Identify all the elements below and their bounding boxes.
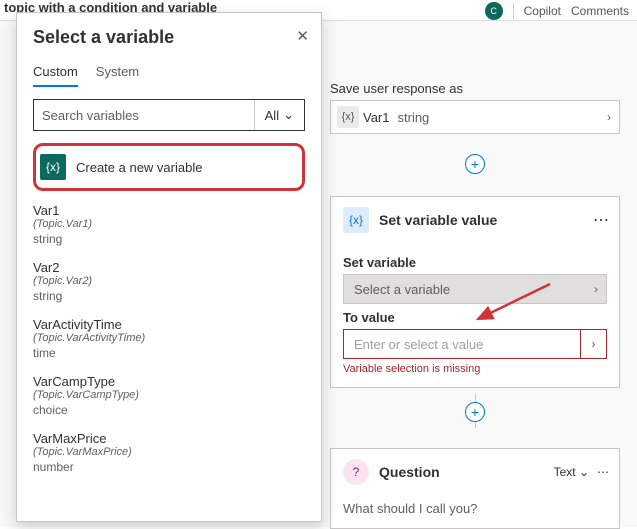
- var-topic: (Topic.VarMaxPrice): [33, 446, 305, 458]
- var-topic: (Topic.Var2): [33, 275, 305, 287]
- var-topic: (Topic.Var1): [33, 218, 305, 230]
- var-name: VarCampType: [33, 374, 305, 389]
- variable-node-icon: {x}: [343, 207, 369, 233]
- var-type: number: [33, 460, 305, 474]
- filter-dropdown[interactable]: All ⌄: [254, 100, 304, 130]
- var-name: VarMaxPrice: [33, 431, 305, 446]
- var-name: VarActivityTime: [33, 317, 305, 332]
- question-type-dropdown[interactable]: Text ⌄: [554, 465, 589, 479]
- list-item[interactable]: VarMaxPrice (Topic.VarMaxPrice) number: [33, 431, 305, 474]
- saved-var-type: string: [398, 110, 430, 125]
- validation-error: Variable selection is missing: [343, 363, 607, 375]
- node-title: Set variable value: [379, 212, 497, 228]
- set-variable-node: {x} Set variable value ⋯ Set variable Se…: [330, 196, 620, 388]
- question-icon: ?: [343, 459, 369, 485]
- chevron-down-icon: ⌄: [283, 107, 294, 123]
- var-type: time: [33, 346, 305, 360]
- tab-custom[interactable]: Custom: [33, 64, 78, 87]
- list-item[interactable]: VarActivityTime (Topic.VarActivityTime) …: [33, 317, 305, 360]
- var-type: string: [33, 232, 305, 246]
- variable-icon: {x}: [337, 106, 359, 128]
- select-variable-panel: Select a variable ✕ Custom System All ⌄ …: [16, 12, 322, 522]
- chevron-right-icon: ›: [594, 282, 598, 296]
- create-variable-button[interactable]: {x} Create a new variable: [33, 143, 305, 191]
- question-node: ? Question Text ⌄ ⋯ What should I call y…: [330, 448, 620, 529]
- select-variable-button[interactable]: Select a variable ›: [343, 274, 607, 304]
- save-response-label: Save user response as: [330, 81, 620, 96]
- to-value-label: To value: [343, 310, 607, 325]
- var-name: Var1: [33, 203, 305, 218]
- tab-system[interactable]: System: [96, 64, 139, 87]
- chevron-down-icon: ⌄: [579, 465, 589, 479]
- var-type: choice: [33, 403, 305, 417]
- save-response-field[interactable]: {x} Var1 string ›: [330, 100, 620, 134]
- divider: [513, 3, 514, 19]
- to-value-placeholder: Enter or select a value: [354, 337, 483, 352]
- saved-var-name: Var1: [363, 110, 390, 125]
- close-button[interactable]: ✕: [296, 27, 309, 45]
- node-more-button[interactable]: ⋯: [593, 210, 609, 230]
- question-node-title: Question: [379, 464, 440, 480]
- avatar[interactable]: C: [485, 2, 503, 20]
- select-variable-placeholder: Select a variable: [354, 282, 450, 297]
- variable-list: Var1 (Topic.Var1) string Var2 (Topic.Var…: [33, 201, 305, 474]
- comments-link[interactable]: Comments: [571, 4, 629, 18]
- panel-title: Select a variable: [33, 27, 305, 48]
- variable-icon: {x}: [40, 154, 66, 180]
- copilot-link[interactable]: Copilot: [524, 4, 561, 18]
- question-prompt: What should I call you?: [331, 495, 619, 528]
- to-value-field[interactable]: Enter or select a value ›: [343, 329, 607, 359]
- chevron-right-icon: ›: [607, 110, 611, 124]
- list-item[interactable]: Var2 (Topic.Var2) string: [33, 260, 305, 303]
- add-node-button[interactable]: +: [465, 154, 485, 174]
- var-topic: (Topic.VarCampType): [33, 389, 305, 401]
- var-name: Var2: [33, 260, 305, 275]
- search-input[interactable]: [34, 100, 254, 130]
- var-type: string: [33, 289, 305, 303]
- var-topic: (Topic.VarActivityTime): [33, 332, 305, 344]
- to-value-picker-button[interactable]: ›: [580, 330, 606, 358]
- list-item[interactable]: VarCampType (Topic.VarCampType) choice: [33, 374, 305, 417]
- add-node-button[interactable]: +: [465, 402, 485, 422]
- set-variable-label: Set variable: [343, 255, 607, 270]
- node-more-button[interactable]: ⋯: [597, 465, 609, 479]
- list-item[interactable]: Var1 (Topic.Var1) string: [33, 203, 305, 246]
- create-variable-label: Create a new variable: [76, 160, 202, 175]
